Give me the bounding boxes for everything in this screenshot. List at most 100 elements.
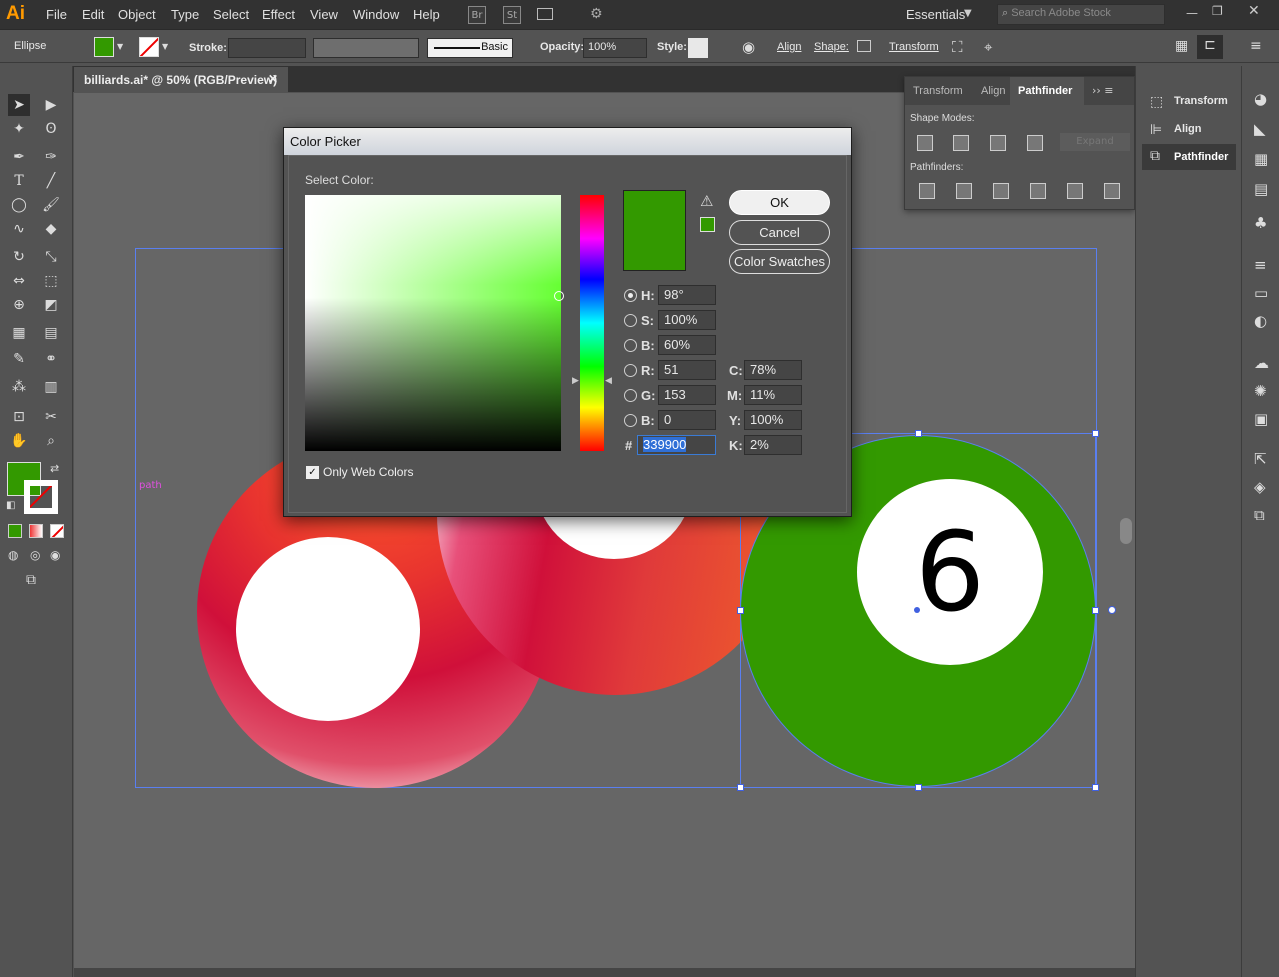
eyedropper-tool-icon[interactable]: ✎ [8,348,30,370]
red-field[interactable]: 51 [658,360,716,380]
screen-mode-icon[interactable]: ⧉ [26,572,36,588]
layers-icon[interactable]: ◈ [1254,478,1266,496]
shaper-tool-icon[interactable]: ∿ [8,218,30,240]
brushes-icon[interactable]: ▤ [1254,180,1268,198]
stock-icon[interactable]: St [503,6,521,24]
rotate-handle[interactable] [1108,606,1116,614]
hex-field[interactable]: 339900 [637,435,716,455]
green-radio[interactable] [624,389,637,402]
graph-tool-icon[interactable]: ▥ [40,376,62,398]
tab-pathfinder[interactable]: Pathfinder [1010,77,1084,105]
menu-edit[interactable]: Edit [82,7,104,22]
outline-icon[interactable] [1067,183,1083,199]
unite-icon[interactable] [917,135,933,151]
tab-align[interactable]: Align [973,77,1010,105]
trim-icon[interactable] [956,183,972,199]
draw-inside-icon[interactable]: ◉ [50,548,60,562]
panel-menu-icon[interactable]: ›› ≡ [1084,77,1134,105]
creative-cloud-icon[interactable]: ☁ [1254,354,1269,372]
symbols-icon[interactable]: ♣ [1254,214,1267,232]
handle-bottom[interactable] [915,784,922,791]
chevron-down-icon[interactable]: ▼ [162,42,168,51]
transform-link[interactable]: Transform [889,41,939,53]
stroke-icon[interactable]: ≡ [1254,256,1267,274]
pen-tool-icon[interactable]: ✒ [8,146,30,168]
color-field-cursor[interactable] [554,291,564,301]
gradient-icon[interactable]: ▭ [1254,284,1268,302]
blue-field[interactable]: 0 [658,410,716,430]
menu-file[interactable]: File [46,7,67,22]
handle-bottom-right[interactable] [1092,784,1099,791]
mesh-tool-icon[interactable]: ▦ [8,322,30,344]
minus-front-icon[interactable] [953,135,969,151]
color-guide-icon[interactable]: ◣ [1254,120,1266,138]
handle-right[interactable] [1092,607,1099,614]
puppet-warp-icon[interactable]: ⌖ [984,38,992,56]
recolor-artwork-icon[interactable]: ◉ [742,38,755,56]
hue-slider[interactable] [580,195,604,451]
yellow-field[interactable]: 100% [744,410,802,430]
color-swatches-button[interactable]: Color Swatches [729,249,830,274]
paintbrush-tool-icon[interactable]: 🖌 [40,194,62,216]
default-fill-stroke-icon[interactable]: ◧ [6,500,15,511]
graphic-style-swatch[interactable] [688,38,708,58]
saturation-radio[interactable] [624,314,637,327]
stroke-color-box[interactable] [24,480,58,514]
magenta-field[interactable]: 11% [744,385,802,405]
type-tool-icon[interactable]: T [8,170,30,192]
curvature-tool-icon[interactable]: ✑ [40,146,62,168]
merge-icon[interactable] [993,183,1009,199]
panel-menu-icon[interactable]: ≡ [1250,38,1262,54]
hue-radio[interactable] [624,289,637,302]
draw-behind-icon[interactable]: ◎ [30,548,40,562]
minus-back-icon[interactable] [1104,183,1120,199]
selection-tool-icon[interactable]: ➤ [8,94,30,116]
dock-pathfinder[interactable]: Pathfinder [1174,151,1228,163]
chevron-down-icon[interactable]: ▼ [117,42,123,51]
dock-align[interactable]: Align [1174,123,1202,135]
only-web-colors-checkbox[interactable]: ✓ [306,466,319,479]
dock-transform[interactable]: Transform [1174,95,1228,107]
bridge-icon[interactable]: Br [468,6,486,24]
close-icon[interactable]: ✕ [1248,3,1260,19]
cyan-field[interactable]: 78% [744,360,802,380]
hand-tool-icon[interactable]: ✋ [8,430,30,452]
exclude-icon[interactable] [1027,135,1043,151]
ok-button[interactable]: OK [729,190,830,215]
graphic-styles-icon[interactable]: ▣ [1254,410,1268,428]
swatches-icon[interactable]: ▦ [1254,150,1268,168]
cancel-button[interactable]: Cancel [729,220,830,245]
menu-type[interactable]: Type [171,7,199,22]
width-tool-icon[interactable]: ⇔ [8,270,30,292]
menu-view[interactable]: View [310,7,338,22]
menu-help[interactable]: Help [413,7,440,22]
artboards-icon[interactable]: ⧉ [1254,506,1265,524]
divide-icon[interactable] [919,183,935,199]
fill-swatch[interactable] [94,37,114,57]
line-tool-icon[interactable]: ╱ [40,170,62,192]
green-field[interactable]: 153 [658,385,716,405]
artboard-tool-icon[interactable]: ⊡ [8,406,30,428]
document-tab[interactable]: billiards.ai* @ 50% (RGB/Preview) ✕ [74,67,288,93]
blue-radio[interactable] [624,414,637,427]
blend-tool-icon[interactable]: ⚭ [40,348,62,370]
gradient-tool-icon[interactable]: ▤ [40,322,62,344]
transparency-icon[interactable]: ◐ [1254,312,1267,330]
gradient-mode-icon[interactable] [29,524,43,538]
symbol-sprayer-tool-icon[interactable]: ⁂ [8,376,30,398]
web-safe-color-swatch[interactable] [700,217,715,232]
stroke-weight-field[interactable] [228,38,306,58]
menu-object[interactable]: Object [118,7,156,22]
stock-search-input[interactable]: ⌕ Search Adobe Stock [997,4,1165,25]
direct-selection-tool-icon[interactable]: ▶ [40,94,62,116]
menu-window[interactable]: Window [353,7,399,22]
black-field[interactable]: 2% [744,435,802,455]
hue-slider-right-arrow[interactable]: ◀ [605,376,612,386]
rotate-tool-icon[interactable]: ↻ [8,246,30,268]
opacity-field[interactable]: 100% [583,38,647,58]
saturation-field[interactable]: 100% [658,310,716,330]
swap-fill-stroke-icon[interactable]: ⇄ [50,462,59,475]
intersect-icon[interactable] [990,135,1006,151]
brightness-field[interactable]: 60% [658,335,716,355]
close-tab-icon[interactable]: ✕ [268,72,278,86]
